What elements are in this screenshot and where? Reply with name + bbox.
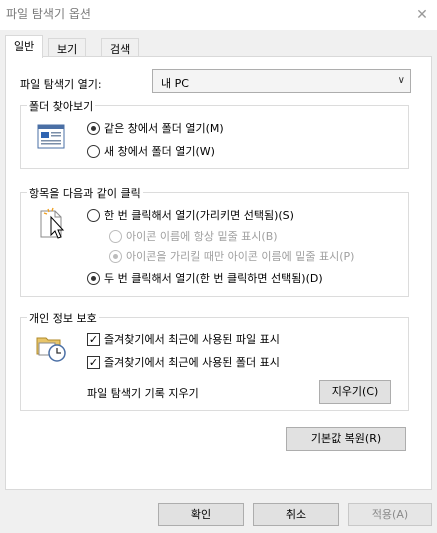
tab-view[interactable]: 보기 (48, 38, 87, 57)
same-window-radio[interactable]: 같은 창에서 폴더 열기(M) (87, 120, 224, 136)
new-window-label: 새 창에서 폴더 열기(W) (104, 145, 215, 158)
click-items-legend: 항목을 다음과 같이 클릭 (27, 185, 143, 201)
close-icon[interactable]: ✕ (407, 0, 437, 30)
browse-folders-group: 폴더 찾아보기 같은 창에서 폴더 열기(M) 새 창에서 폴더 열기(W) (20, 98, 409, 169)
new-window-radio[interactable]: 새 창에서 폴더 열기(W) (87, 143, 215, 159)
title-bar: 파일 탐색기 옵션 ✕ (0, 0, 437, 30)
general-panel: 파일 탐색기 열기: 내 PC ∨ 폴더 찾아보기 같은 창에서 폴더 열기(M… (5, 56, 432, 490)
open-explorer-select[interactable]: 내 PC ∨ (152, 69, 411, 93)
underline-always-label: 아이콘 이름에 항상 밑줄 표시(B) (126, 230, 278, 243)
double-click-label: 두 번 클릭해서 열기(한 번 클릭하면 선택됨)(D) (104, 272, 323, 285)
chevron-down-icon: ∨ (397, 75, 405, 86)
single-click-label: 한 번 클릭해서 열기(가리키면 선택됨)(S) (104, 209, 294, 222)
double-click-radio[interactable]: 두 번 클릭해서 열기(한 번 클릭하면 선택됨)(D) (87, 270, 323, 286)
click-items-group: 항목을 다음과 같이 클릭 한 번 클릭해서 열기(가리키면 선택됨)(S) 아… (20, 185, 409, 297)
clear-history-button[interactable]: 지우기(C) (319, 380, 391, 404)
window-title: 파일 탐색기 옵션 (6, 7, 91, 21)
restore-defaults-button[interactable]: 기본값 복원(R) (286, 427, 406, 451)
radio-unselected-icon (87, 144, 100, 158)
tab-general[interactable]: 일반 (5, 35, 44, 58)
radio-selected-icon (87, 271, 100, 285)
show-frequent-folders-checkbox[interactable]: ✓ 즐겨찾기에서 최근에 사용된 폴더 표시 (87, 354, 280, 370)
click-cursor-icon (40, 207, 65, 239)
browse-folders-legend: 폴더 찾아보기 (27, 98, 96, 114)
folder-window-icon (37, 124, 65, 149)
ok-button[interactable]: 확인 (158, 503, 244, 526)
open-explorer-value: 내 PC (161, 77, 189, 90)
underline-always-radio[interactable]: 아이콘 이름에 항상 밑줄 표시(B) (109, 228, 278, 244)
tab-search[interactable]: 검색 (101, 38, 140, 57)
single-click-radio[interactable]: 한 번 클릭해서 열기(가리키면 선택됨)(S) (87, 207, 294, 223)
radio-selected-icon (87, 121, 100, 135)
clear-history-label: 파일 탐색기 기록 지우기 (87, 387, 199, 400)
underline-point-label: 아이콘을 가리킬 때만 아이콘 이름에 밑줄 표시(P) (126, 250, 355, 263)
cancel-button[interactable]: 취소 (253, 503, 339, 526)
same-window-label: 같은 창에서 폴더 열기(M) (104, 122, 224, 135)
radio-selected-icon (109, 249, 122, 263)
show-recent-files-label: 즐겨찾기에서 최근에 사용된 파일 표시 (104, 333, 280, 346)
apply-button[interactable]: 적용(A) (348, 503, 432, 526)
show-recent-files-checkbox[interactable]: ✓ 즐겨찾기에서 최근에 사용된 파일 표시 (87, 331, 280, 347)
checkmark-icon: ✓ (87, 332, 100, 346)
privacy-legend: 개인 정보 보호 (27, 310, 99, 326)
open-explorer-label: 파일 탐색기 열기: (20, 78, 102, 91)
privacy-group: 개인 정보 보호 ✓ 즐겨찾기에서 최근에 사용된 파일 표시 ✓ 즐겨찾기에서… (20, 310, 409, 411)
privacy-clock-icon (36, 337, 66, 362)
show-frequent-folders-label: 즐겨찾기에서 최근에 사용된 폴더 표시 (104, 356, 280, 369)
underline-point-radio[interactable]: 아이콘을 가리킬 때만 아이콘 이름에 밑줄 표시(P) (109, 248, 354, 264)
radio-unselected-icon (109, 229, 122, 243)
radio-unselected-icon (87, 208, 100, 222)
checkmark-icon: ✓ (87, 355, 100, 369)
